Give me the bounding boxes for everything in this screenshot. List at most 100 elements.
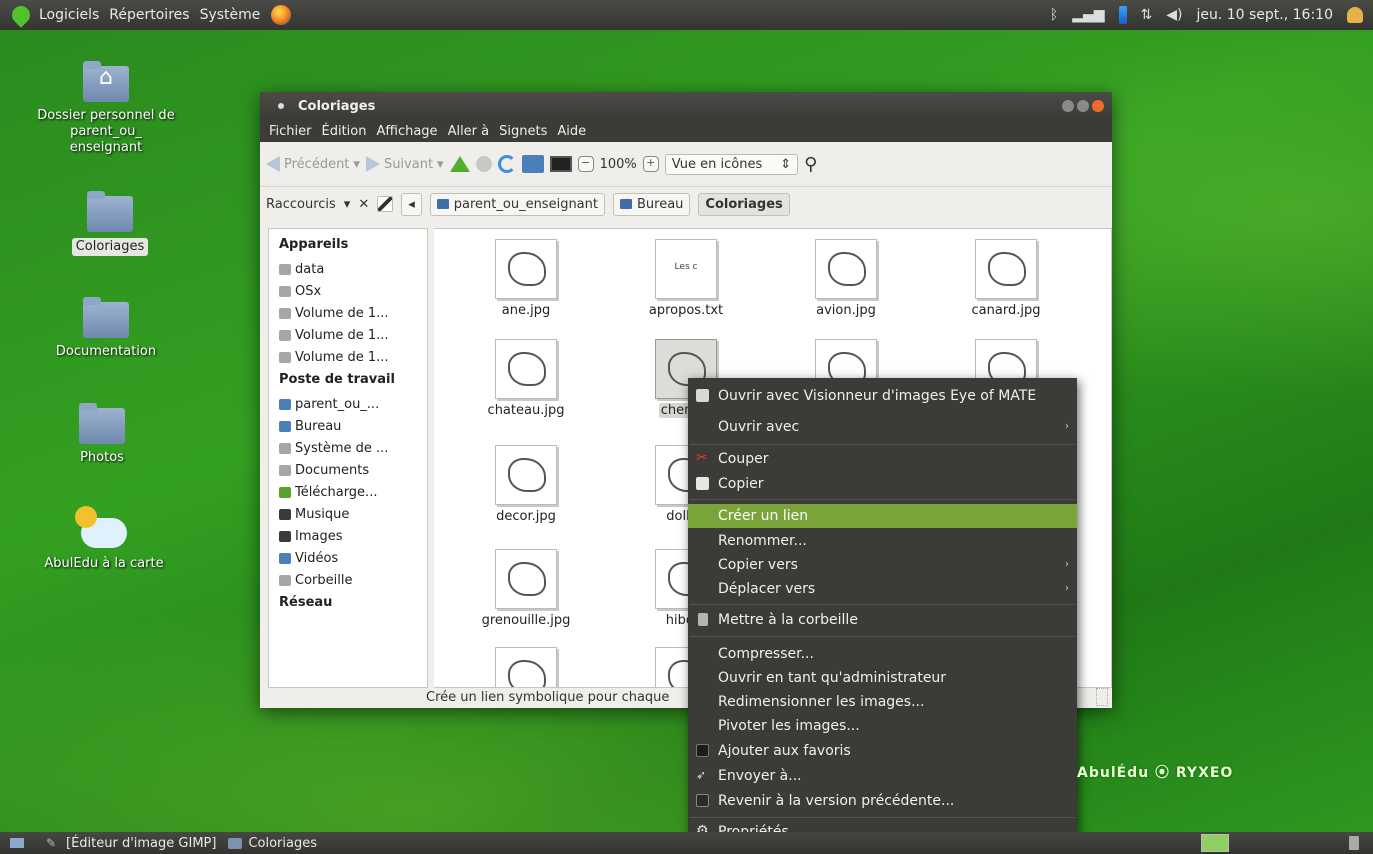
file-item[interactable]: ane.jpg [466,239,586,318]
sidebar-item-downloads[interactable]: Télécharge... [279,481,427,503]
main-menu-leaf-icon[interactable] [8,2,34,28]
clock[interactable]: jeu. 10 sept., 16:10 [1196,7,1333,23]
menu-item-add-favorites[interactable]: Ajouter aux favoris [688,739,1077,763]
breadcrumb-current[interactable]: Coloriages [698,192,790,216]
menu-item-create-link[interactable]: Créer un lien [688,504,1077,528]
menu-item-copy-to[interactable]: Copier vers › [688,553,1077,577]
menu-item-open-as-admin[interactable]: Ouvrir en tant qu'administrateur [688,666,1077,690]
sidebar-item-home[interactable]: parent_ou_... [279,393,427,415]
home-button-icon[interactable] [521,155,544,173]
menu-fichier[interactable]: Fichier [264,124,317,139]
minimize-button[interactable] [1062,100,1074,112]
zoom-in-icon[interactable]: + [642,156,659,172]
menu-item-cut[interactable]: ✂ Couper [688,447,1077,471]
desktop-icon-documentation[interactable]: Documentation [36,297,176,360]
search-icon[interactable]: ⚲ [804,154,817,175]
taskbar-item-gimp[interactable]: ✎ [Éditeur d'image GIMP] [40,832,222,854]
reload-icon[interactable] [497,155,516,173]
file-item[interactable] [466,647,586,687]
forward-dropdown-icon[interactable]: ▾ [437,157,444,172]
menu-systeme[interactable]: Système [195,7,266,23]
network-icon[interactable]: ▂▄▆ [1072,7,1104,23]
updates-icon[interactable]: ⇅ [1141,7,1153,23]
firefox-launcher-icon[interactable] [271,5,292,25]
maximize-button[interactable] [1077,100,1089,112]
desktop-icon-home[interactable]: Dossier personnel de parent_ou_ enseigna… [36,61,176,156]
sidebar-item-osx[interactable]: OSx [279,280,427,302]
volume-icon[interactable]: ◀) [1166,7,1182,23]
sidebar-item-images[interactable]: Images [279,525,427,547]
desktop-icon [279,420,291,432]
sidebar-item-filesystem[interactable]: Système de ... [279,437,427,459]
menu-signets[interactable]: Signets [494,124,552,139]
show-desktop-icon[interactable] [10,838,24,848]
menu-item-compress[interactable]: Compresser... [688,642,1077,666]
sidebar-item-data[interactable]: data [279,258,427,280]
menu-logiciels[interactable]: Logiciels [34,7,104,23]
sidebar-mode-select[interactable]: Raccourcis [266,197,336,212]
sidebar-item-documents[interactable]: Documents [279,459,427,481]
file-item[interactable]: Les c apropos.txt [626,239,746,318]
close-button[interactable] [1092,100,1104,112]
menu-item-open-with[interactable]: Ouvrir avec › [688,415,1077,439]
computer-button-icon[interactable] [549,156,572,172]
breadcrumb-bureau[interactable]: Bureau [612,192,691,216]
submenu-arrow-icon: › [1065,559,1069,570]
sidebar-item-music[interactable]: Musique [279,503,427,525]
desktop-icon-abuledu[interactable]: AbulEdu à la carte [34,506,174,572]
menu-item-send-to[interactable]: ➶ Envoyer à... [688,764,1077,788]
sidebar-item-volume-2[interactable]: Volume de 1... [279,324,427,346]
sidebar-item-videos[interactable]: Vidéos [279,547,427,569]
file-item[interactable]: chateau.jpg [466,339,586,418]
bluetooth-icon[interactable]: ᛒ [1050,7,1058,23]
sidebar-item-trash[interactable]: Corbeille [279,569,427,591]
window-titlebar[interactable]: Coloriages [260,92,1112,120]
sidebar-item-bureau[interactable]: Bureau [279,415,427,437]
taskbar-item-coloriages[interactable]: Coloriages [222,832,323,854]
menu-item-resize-images[interactable]: Redimensionner les images... [688,690,1077,714]
file-item[interactable]: canard.jpg [946,239,1066,318]
file-item[interactable]: decor.jpg [466,445,586,524]
menu-aller-a[interactable]: Aller à [443,124,495,139]
menu-repertoires[interactable]: Répertoires [104,7,194,23]
back-dropdown-icon[interactable]: ▾ [353,157,360,172]
window-menu-icon[interactable] [278,103,284,109]
sidebar-item-volume-1[interactable]: Volume de 1... [279,302,427,324]
trash-applet-icon[interactable] [1349,836,1359,850]
zoom-level: 100% [599,156,637,172]
zoom-out-icon[interactable]: − [577,156,594,172]
menu-aide[interactable]: Aide [552,124,591,139]
stop-icon[interactable] [475,156,492,172]
file-item[interactable]: avion.jpg [786,239,906,318]
desktop-icon-photos[interactable]: Photos [32,403,172,466]
menu-item-rename[interactable]: Renommer... [688,529,1077,553]
menu-item-copy[interactable]: Copier [688,472,1077,496]
menu-item-rotate-images[interactable]: Pivoter les images... [688,714,1077,738]
menu-item-open-with-eom[interactable]: Ouvrir avec Visionneur d'images Eye of M… [688,384,1077,408]
text-file-icon: Les c [655,239,717,299]
sidebar-mode-dropdown-icon[interactable]: ▾ [344,197,351,212]
system-tray: ᛒ ▂▄▆ ⇅ ◀) jeu. 10 sept., 16:10 [1050,6,1373,24]
menu-item-move-to[interactable]: Déplacer vers › [688,577,1077,601]
menu-item-revert[interactable]: Revenir à la version précédente... [688,789,1077,813]
menu-edition[interactable]: Édition [317,124,372,139]
close-sidebar-icon[interactable]: ✕ [358,197,369,212]
workspace-switcher[interactable] [1201,834,1229,852]
menu-affichage[interactable]: Affichage [371,124,442,139]
up-arrow-icon[interactable] [449,156,470,172]
forward-button[interactable]: Suivant ▾ [365,156,444,172]
sidebar-item-volume-3[interactable]: Volume de 1... [279,346,427,368]
back-button[interactable]: Précédent ▾ [266,156,360,172]
user-icon[interactable] [1347,7,1363,23]
menu-item-trash[interactable]: Mettre à la corbeille [688,608,1077,632]
view-mode-select[interactable]: Vue en icônes ⇕ [664,153,799,175]
resize-grip[interactable] [1096,688,1108,706]
breadcrumb-parent[interactable]: parent_ou_enseignant [429,192,605,216]
battery-icon[interactable] [1118,6,1127,24]
breadcrumb-back-button[interactable]: ◂ [401,192,422,216]
edit-location-icon[interactable] [377,196,394,212]
desktop-icon-coloriages[interactable]: Coloriages [40,191,180,256]
menu-item-label: Revenir à la version précédente... [718,793,955,809]
file-item[interactable]: grenouille.jpg [466,549,586,628]
location-bar: Raccourcis ▾ ✕ ◂ parent_ou_enseignant Bu… [260,187,1112,221]
